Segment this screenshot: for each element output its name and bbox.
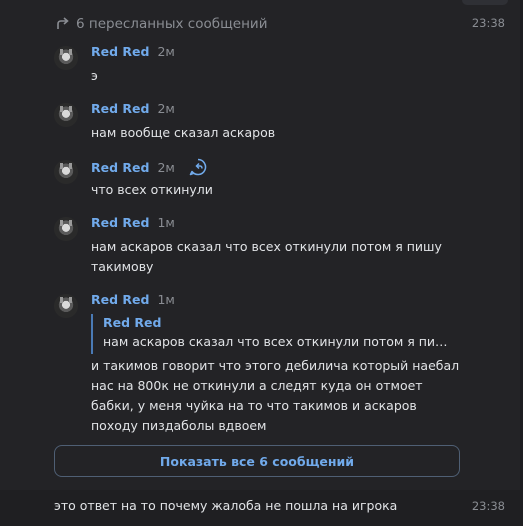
message-age: 1м: [157, 292, 175, 307]
reply-quote[interactable]: Red Red нам аскаров сказал что всех отки…: [91, 314, 451, 354]
chat-view: 6 пересланных сообщений 23:38 Red Red 2м…: [0, 0, 523, 526]
forwarded-message: Red Red 1м Red Red нам аскаров сказал чт…: [54, 292, 474, 438]
forwarded-message: Red Red 2м что всех откинули: [54, 158, 474, 198]
forwarded-message: Red Red 2м нам вообще сказал аскаров: [54, 101, 474, 141]
author-name[interactable]: Red Red: [91, 44, 149, 59]
message-text: и такимов говорит что этого дебилича кот…: [91, 358, 460, 433]
message-age: 1м: [157, 215, 175, 230]
forwarded-header[interactable]: 6 пересланных сообщений: [56, 14, 267, 34]
message-time: 23:38: [471, 16, 505, 30]
message-text: это ответ на то почему жалоба не пошла н…: [54, 498, 398, 513]
avatar[interactable]: [54, 294, 78, 318]
message-text: нам вообще сказал аскаров: [91, 125, 276, 140]
author-name[interactable]: Red Red: [91, 215, 149, 230]
avatar[interactable]: [54, 160, 78, 184]
reply-bubble-icon[interactable]: [189, 158, 207, 176]
forwarded-message: Red Red 1м нам аскаров сказал что всех о…: [54, 215, 474, 275]
forward-arrow-icon: [56, 17, 70, 31]
avatar[interactable]: [54, 46, 78, 70]
forwarded-message: Red Red 2м э: [54, 44, 474, 84]
message-text: что всех откинули: [91, 182, 213, 197]
reply-author: Red Red: [103, 315, 162, 330]
reply-text: нам аскаров сказал что всех откинули пот…: [103, 334, 448, 349]
show-all-messages-button[interactable]: Показать все 6 сообщений: [54, 445, 460, 477]
author-name[interactable]: Red Red: [91, 160, 149, 175]
top-scroll-notch: [462, 0, 508, 5]
message-text: э: [91, 68, 98, 83]
avatar[interactable]: [54, 103, 78, 127]
message-text: нам аскаров сказал что всех откинули пот…: [91, 239, 442, 274]
message-age: 2м: [157, 159, 175, 175]
author-name[interactable]: Red Red: [91, 101, 149, 116]
author-name[interactable]: Red Red: [91, 292, 149, 307]
avatar[interactable]: [54, 217, 78, 241]
forwarded-messages: Red Red 2м э Red Red 2м нам вообще сказа…: [42, 36, 482, 490]
message-age: 2м: [157, 44, 175, 59]
forwarded-count: 6 пересланных сообщений: [76, 16, 268, 32]
message-row: это ответ на то почему жалоба не пошла н…: [0, 490, 523, 526]
message-age: 2м: [157, 101, 175, 116]
message-time: 23:38: [471, 499, 505, 513]
